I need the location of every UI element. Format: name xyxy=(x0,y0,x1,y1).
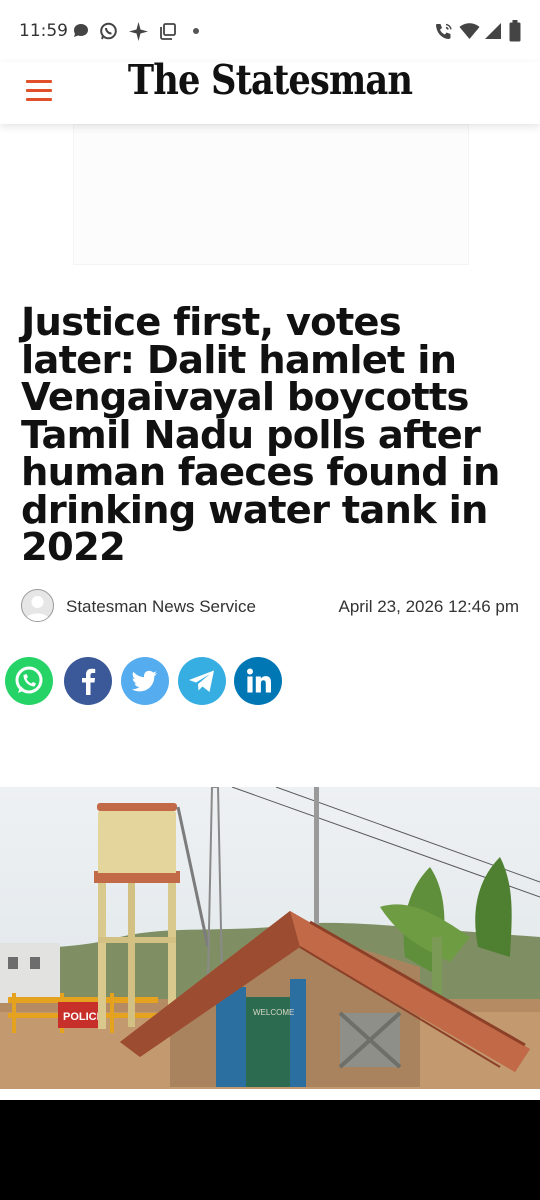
author-avatar xyxy=(21,589,54,622)
site-logo[interactable]: The Statesman xyxy=(38,56,502,104)
hero-image[interactable]: POLICE WELCOME xyxy=(0,787,540,1089)
twitter-share-button[interactable] xyxy=(121,657,169,705)
linkedin-share-button[interactable] xyxy=(234,657,282,705)
site-header: The Statesman xyxy=(0,56,540,124)
author-row: Statesman News Service April 23, 2026 12… xyxy=(21,589,519,623)
publish-date: April 23, 2026 12:46 pm xyxy=(338,597,519,616)
battery-icon xyxy=(509,20,521,42)
linkedin-icon xyxy=(247,668,271,693)
twitter-icon xyxy=(131,670,157,692)
status-bar: 11:59 xyxy=(0,0,540,62)
bottom-bar xyxy=(0,1100,540,1200)
chat-icon xyxy=(74,24,88,37)
wifi-calling-icon xyxy=(436,23,452,39)
copy-icon xyxy=(160,23,176,40)
facebook-share-button[interactable] xyxy=(64,657,112,705)
whatsapp-icon xyxy=(100,22,117,40)
status-time: 11:59 xyxy=(19,21,68,41)
whatsapp-icon xyxy=(15,666,43,694)
ad-placeholder xyxy=(73,124,469,265)
hero-photo: POLICE WELCOME xyxy=(0,787,540,1089)
whatsapp-share-button[interactable] xyxy=(5,657,53,705)
signal-icon xyxy=(485,23,501,39)
svg-text:WELCOME: WELCOME xyxy=(253,1008,294,1017)
telegram-icon xyxy=(189,670,214,692)
dot-icon xyxy=(193,28,199,34)
wifi-icon xyxy=(459,23,480,39)
author-name[interactable]: Statesman News Service xyxy=(66,597,256,617)
sparkle-icon xyxy=(129,22,148,41)
article-headline: Justice first, votes later: Dalit hamlet… xyxy=(21,300,500,570)
user-icon xyxy=(25,596,50,621)
police-sign: POLICE xyxy=(63,1011,104,1023)
telegram-share-button[interactable] xyxy=(178,657,226,705)
facebook-icon xyxy=(82,668,96,695)
